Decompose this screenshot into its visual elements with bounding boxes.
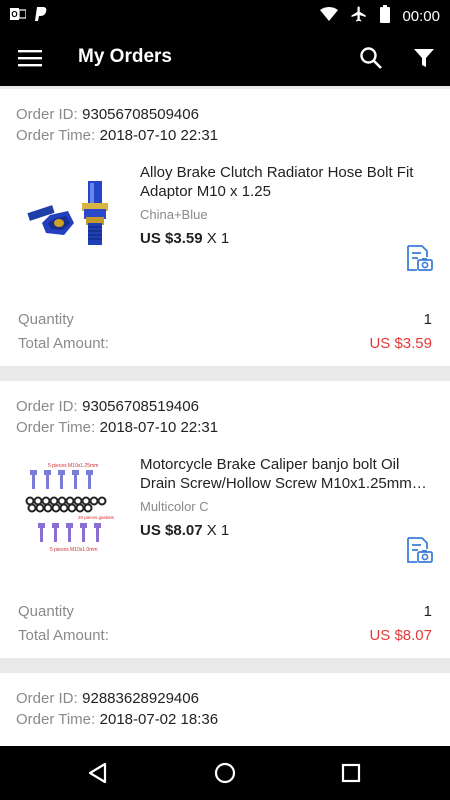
- product-price: US $8.07: [140, 522, 203, 539]
- back-icon[interactable]: [85, 760, 111, 786]
- app-bar: My Orders: [0, 30, 450, 86]
- menu-icon[interactable]: [18, 47, 42, 69]
- svg-text:20 pieces gaskets: 20 pieces gaskets: [78, 515, 115, 520]
- status-time: 00:00: [402, 7, 440, 25]
- product-title[interactable]: Motorcycle Brake Caliper banjo bolt Oil …: [140, 455, 432, 493]
- product-title[interactable]: Alloy Brake Clutch Radiator Hose Bolt Fi…: [140, 163, 432, 201]
- photo-review-icon[interactable]: [404, 243, 434, 273]
- svg-text:O: O: [11, 10, 17, 19]
- total-amount-label: Total Amount:: [18, 335, 109, 352]
- order-time-row: Order Time: 2018-07-10 22:31: [16, 419, 219, 436]
- battery-icon: [380, 5, 391, 27]
- order-id: 93056708509406: [82, 106, 199, 123]
- svg-text:5 pieces M10x1.25mm: 5 pieces M10x1.25mm: [48, 463, 98, 469]
- order-card[interactable]: Order ID: 93056708509406 Order Time: 201…: [0, 89, 450, 366]
- product-price-row: US $3.59 X 1: [140, 230, 229, 247]
- wifi-icon: [320, 6, 339, 26]
- product-variant: China+Blue: [140, 207, 208, 222]
- product-qty: X 1: [202, 522, 230, 539]
- status-bar: O 00:00: [0, 0, 450, 30]
- airplane-mode-icon: [350, 5, 368, 27]
- product-qty: X 1: [202, 230, 230, 247]
- product-variant: Multicolor C: [140, 499, 209, 514]
- recents-icon[interactable]: [338, 760, 364, 786]
- filter-icon[interactable]: [411, 45, 437, 71]
- navigation-bar: [0, 746, 450, 800]
- quantity-label: Quantity: [18, 311, 74, 328]
- product-image[interactable]: [18, 165, 128, 275]
- total-amount-label: Total Amount:: [18, 627, 109, 644]
- order-time: 2018-07-10 22:31: [99, 127, 219, 144]
- svg-text:5 pieces M10x1.0mm: 5 pieces M10x1.0mm: [50, 547, 98, 553]
- order-id-row: Order ID: 93056708509406: [16, 106, 199, 123]
- order-card[interactable]: Order ID: 92883628929406 Order Time: 201…: [0, 673, 450, 746]
- product-price-row: US $8.07 X 1: [140, 522, 229, 539]
- total-amount-value: US $8.07: [369, 627, 432, 644]
- page-title: My Orders: [78, 46, 172, 67]
- order-id-row: Order ID: 92883628929406: [16, 690, 199, 707]
- search-icon[interactable]: [358, 45, 384, 71]
- order-id-row: Order ID: 93056708519406: [16, 398, 199, 415]
- order-time: 2018-07-02 18:36: [99, 711, 219, 728]
- home-icon[interactable]: [212, 760, 238, 786]
- product-price: US $3.59: [140, 230, 203, 247]
- quantity-value: 1: [423, 603, 432, 620]
- outlook-icon: O: [10, 6, 27, 27]
- order-time: 2018-07-10 22:31: [99, 419, 219, 436]
- quantity-value: 1: [423, 311, 432, 328]
- orders-list[interactable]: Order ID: 93056708509406 Order Time: 201…: [0, 86, 450, 746]
- photo-review-icon[interactable]: [404, 535, 434, 565]
- order-time-row: Order Time: 2018-07-10 22:31: [16, 127, 219, 144]
- quantity-label: Quantity: [18, 603, 74, 620]
- product-image[interactable]: 5 pieces M10x1.25mm 20 pieces gaskets 5 …: [18, 457, 128, 567]
- order-time-row: Order Time: 2018-07-02 18:36: [16, 711, 219, 728]
- order-id: 93056708519406: [82, 398, 199, 415]
- total-amount-value: US $3.59: [369, 335, 432, 352]
- order-id: 92883628929406: [82, 690, 199, 707]
- order-card[interactable]: Order ID: 93056708519406 Order Time: 201…: [0, 381, 450, 658]
- paypal-icon: [34, 6, 48, 27]
